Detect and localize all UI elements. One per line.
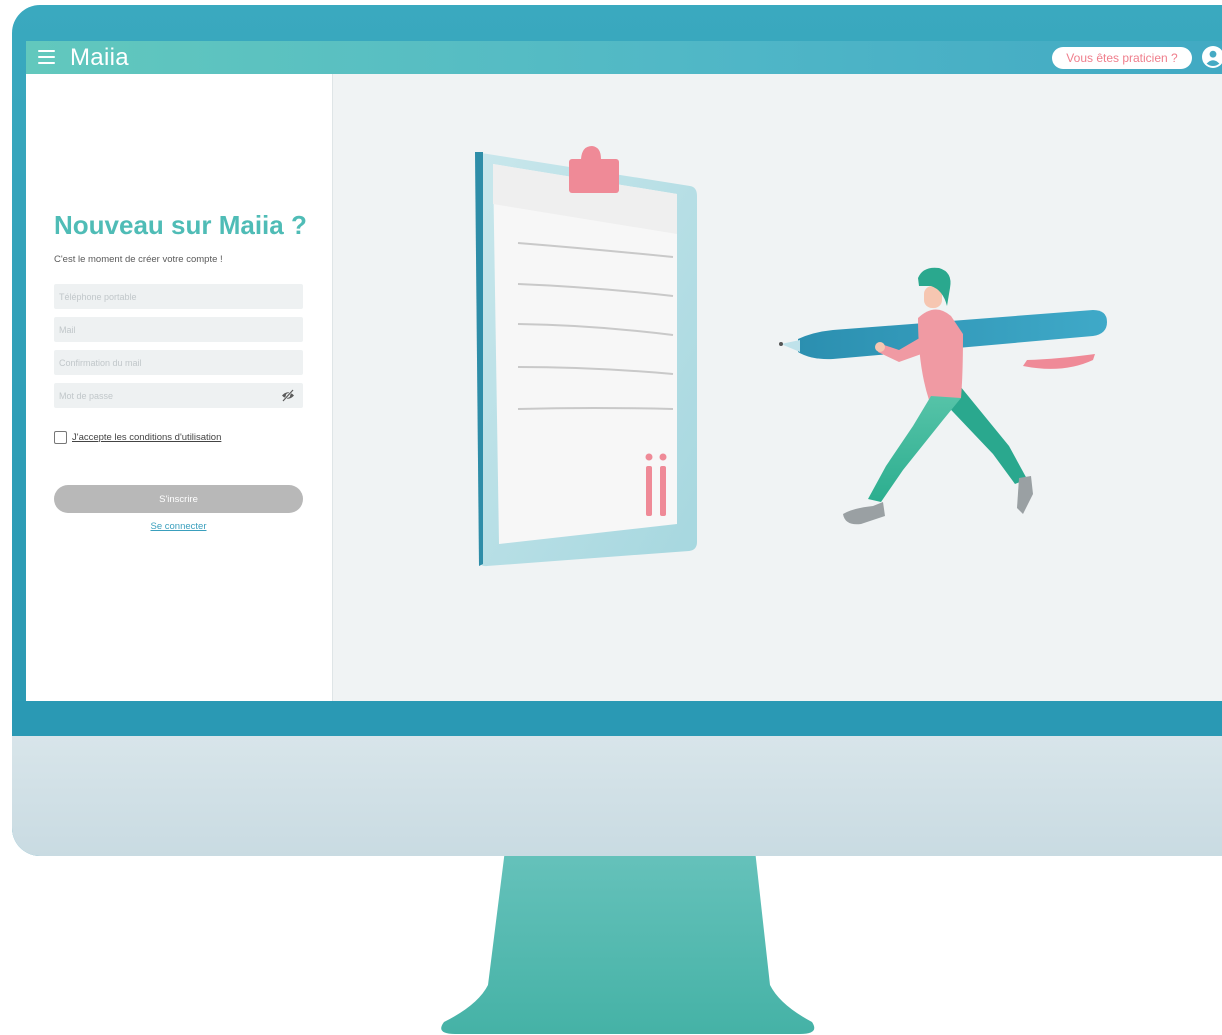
- signup-subtitle: C'est le moment de créer votre compte !: [54, 254, 223, 265]
- signup-panel: Nouveau sur Maiia ? C'est le moment de c…: [26, 74, 333, 701]
- password-field: [54, 383, 303, 408]
- terms-link[interactable]: J'accepte les conditions d'utilisation: [72, 432, 221, 443]
- terms-checkbox[interactable]: [54, 431, 67, 444]
- user-icon[interactable]: [1202, 46, 1222, 68]
- runner-illustration: [779, 267, 1107, 525]
- phone-field: [54, 284, 303, 309]
- login-link[interactable]: Se connecter: [54, 521, 303, 532]
- mail-confirm-input[interactable]: [54, 350, 274, 375]
- mail-field: [54, 317, 303, 342]
- phone-input[interactable]: [54, 284, 274, 309]
- password-input[interactable]: [54, 383, 274, 408]
- mail-confirm-field: [54, 350, 303, 375]
- menu-icon[interactable]: [38, 50, 55, 64]
- mail-input[interactable]: [54, 317, 274, 342]
- practitioner-button[interactable]: Vous êtes praticien ?: [1052, 47, 1192, 69]
- brand-logo[interactable]: Maiia: [70, 44, 129, 72]
- monitor-chin: [12, 736, 1222, 856]
- signup-illustration: [475, 146, 1107, 567]
- signup-button[interactable]: S'inscrire: [54, 485, 303, 513]
- top-bar: Maiia Vous êtes praticien ?: [26, 41, 1222, 74]
- signup-title: Nouveau sur Maiia ?: [54, 210, 307, 240]
- clipboard-illustration: [475, 146, 697, 567]
- app-screen: Maiia Vous êtes praticien ? Nouveau sur …: [26, 41, 1222, 701]
- monitor: Maiia Vous êtes praticien ? Nouveau sur …: [12, 5, 1222, 856]
- eye-off-icon[interactable]: [281, 389, 295, 402]
- screen-bezel-bottom: [12, 701, 1222, 736]
